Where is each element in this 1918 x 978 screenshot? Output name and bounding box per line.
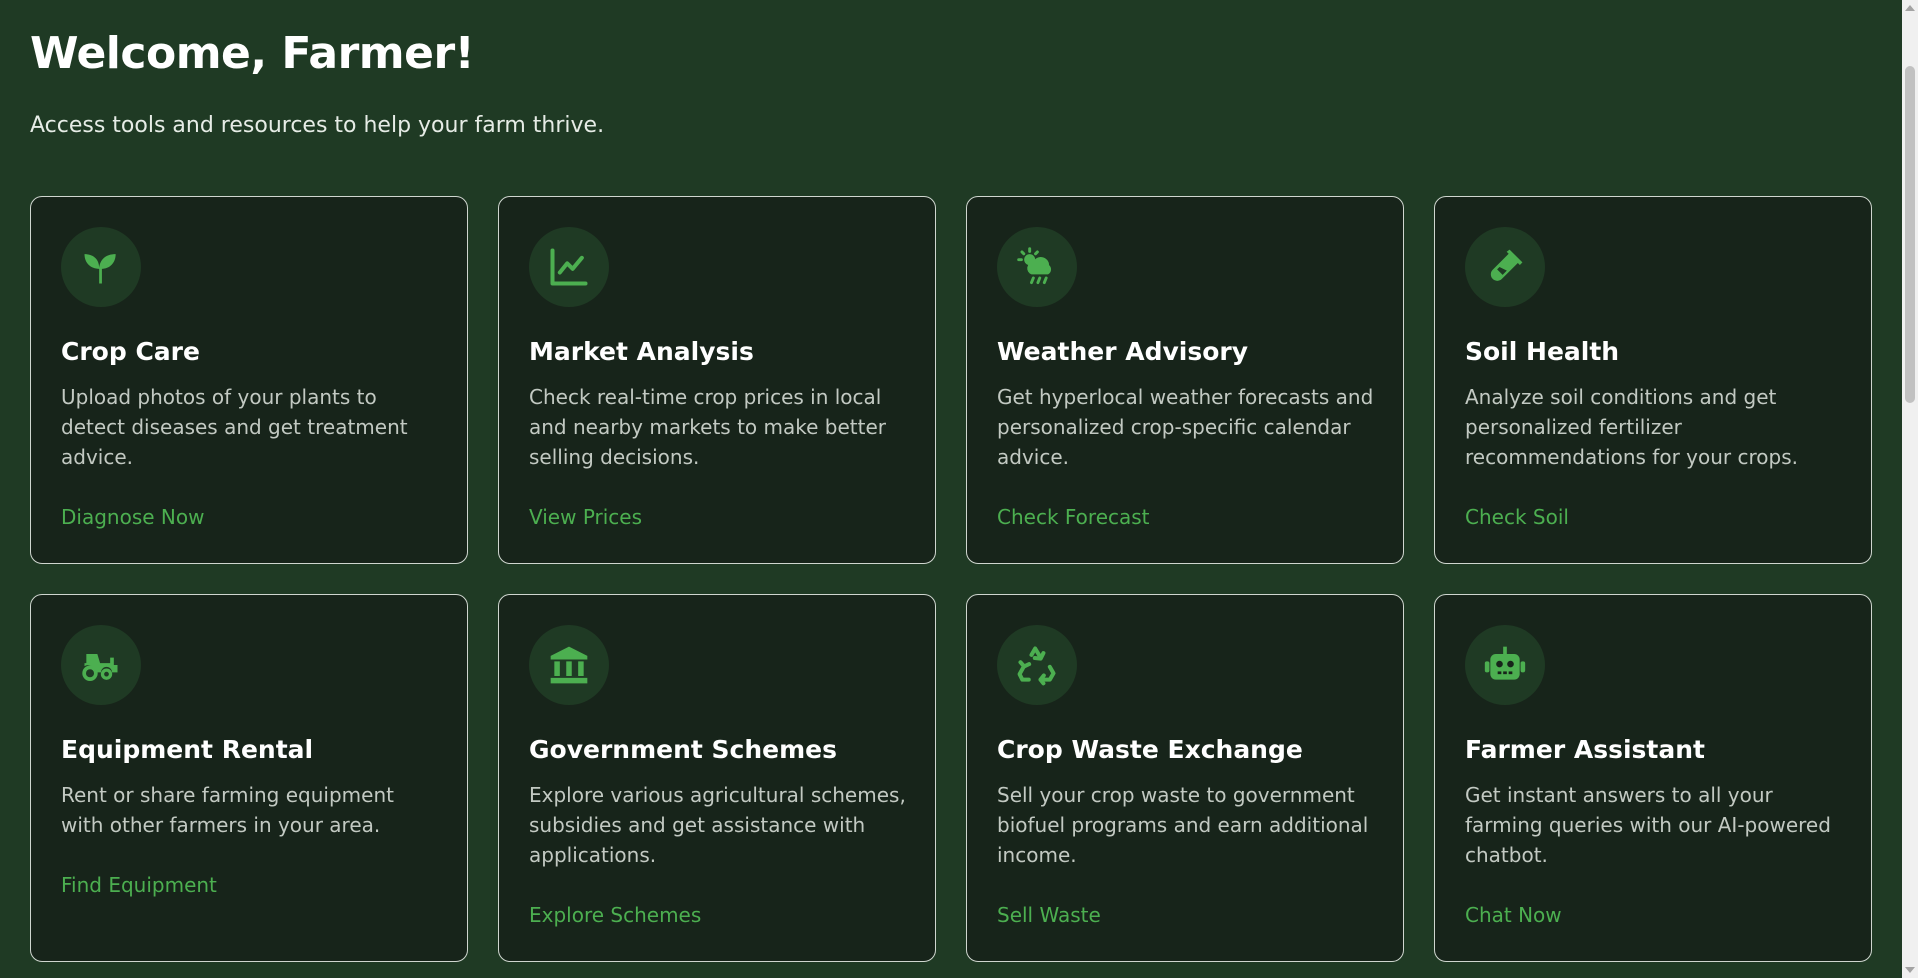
card-crop-waste-exchange[interactable]: Crop Waste Exchange Sell your crop waste… [966,594,1404,962]
card-title: Farmer Assistant [1465,735,1705,764]
bank-icon [529,625,609,705]
vertical-scrollbar[interactable] [1902,0,1918,978]
card-description: Check real-time crop prices in local and… [529,385,887,469]
card-title: Equipment Rental [61,735,314,764]
chart-line-icon [529,227,609,307]
tractor-icon [61,625,141,705]
check-forecast-link[interactable]: Check Forecast [997,505,1150,529]
seedling-icon [61,227,141,307]
card-title: Crop Care [61,337,200,366]
card-description: Get hyperlocal weather forecasts and per… [997,385,1374,469]
explore-schemes-link[interactable]: Explore Schemes [529,903,701,927]
card-description: Get instant answers to all your farming … [1465,783,1831,867]
scroll-down-arrow-icon[interactable] [1905,967,1915,973]
robot-icon [1465,625,1545,705]
card-description: Upload photos of your plants to detect d… [61,385,408,469]
card-title: Weather Advisory [997,337,1249,366]
card-title: Soil Health [1465,337,1620,366]
card-government-schemes[interactable]: Government Schemes Explore various agric… [498,594,936,962]
card-farmer-assistant[interactable]: Farmer Assistant Get instant answers to … [1434,594,1872,962]
card-market-analysis[interactable]: Market Analysis Check real-time crop pri… [498,196,936,564]
view-prices-link[interactable]: View Prices [529,505,642,529]
feature-grid: Crop Care Upload photos of your plants t… [30,196,1872,962]
recycle-icon [997,625,1077,705]
card-description: Rent or share farming equipment with oth… [61,783,394,837]
find-equipment-link[interactable]: Find Equipment [61,873,217,897]
page-title: Welcome, Farmer! [30,28,475,79]
scrollbar-thumb[interactable] [1905,66,1915,403]
card-title: Crop Waste Exchange [997,735,1303,764]
scroll-up-arrow-icon[interactable] [1905,5,1915,11]
card-description: Analyze soil conditions and get personal… [1465,385,1798,469]
diagnose-now-link[interactable]: Diagnose Now [61,505,204,529]
card-crop-care[interactable]: Crop Care Upload photos of your plants t… [30,196,468,564]
card-title: Government Schemes [529,735,837,764]
card-description: Explore various agricultural schemes, su… [529,783,906,867]
card-title: Market Analysis [529,337,754,366]
card-equipment-rental[interactable]: Equipment Rental Rent or share farming e… [30,594,468,962]
card-weather-advisory[interactable]: Weather Advisory Get hyperlocal weather … [966,196,1404,564]
test-tube-icon [1465,227,1545,307]
sell-waste-link[interactable]: Sell Waste [997,903,1101,927]
check-soil-link[interactable]: Check Soil [1465,505,1569,529]
card-soil-health[interactable]: Soil Health Analyze soil conditions and … [1434,196,1872,564]
chat-now-link[interactable]: Chat Now [1465,903,1562,927]
card-description: Sell your crop waste to government biofu… [997,783,1369,867]
weather-icon [997,227,1077,307]
page-subtitle: Access tools and resources to help your … [30,113,605,138]
